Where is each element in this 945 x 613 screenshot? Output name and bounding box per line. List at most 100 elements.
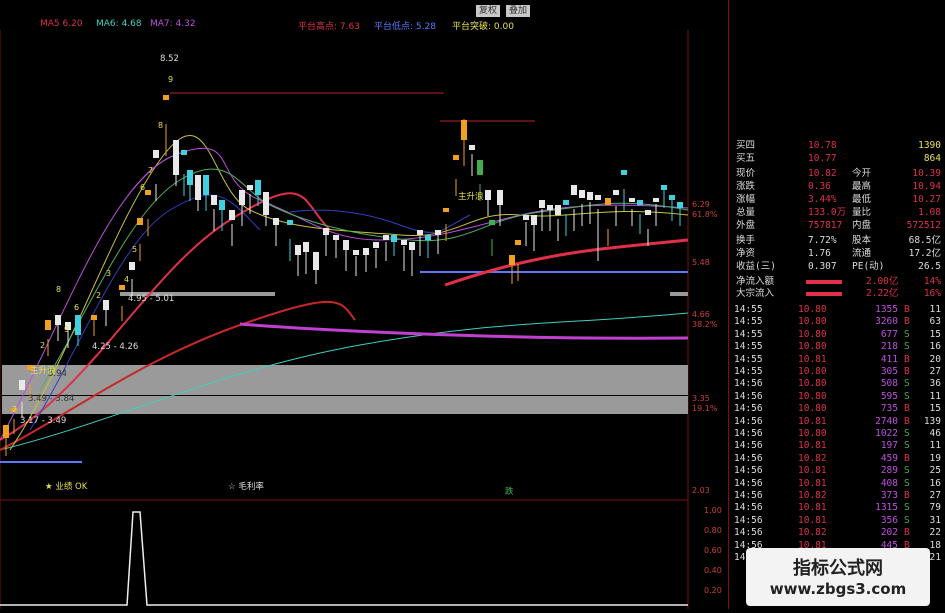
tick-side: B <box>904 316 910 328</box>
candle-body <box>547 205 553 210</box>
candle-body <box>239 190 245 205</box>
tick-side: B <box>904 490 910 501</box>
quote-value2: 1.08 <box>918 207 941 218</box>
tick-volume: 305 <box>880 366 898 377</box>
tick-side: S <box>904 477 910 489</box>
quote-key: 收益(三) <box>736 261 776 272</box>
candle-body <box>425 235 431 240</box>
tick-row: 14:56 10.80 1022 S 46 <box>728 428 943 440</box>
quote-key2: 量比 <box>852 207 872 218</box>
tick-row: 14:56 10.80 735 B 15 <box>728 403 943 415</box>
overlay-button[interactable]: 叠加 <box>506 5 530 17</box>
candle-body <box>645 210 651 215</box>
tick-price: 10.82 <box>798 527 827 539</box>
tick-side: B <box>904 366 910 377</box>
watermark-url: www.zbgs3.com <box>769 580 907 598</box>
count-label: 8 <box>56 285 61 294</box>
quote-value: 1.76 <box>808 248 831 259</box>
candle-body <box>255 180 261 195</box>
candle-body <box>629 198 635 202</box>
tick-count: 46 <box>929 428 941 439</box>
tick-count: 25 <box>929 465 941 477</box>
candle-body <box>443 208 449 212</box>
tick-side: S <box>904 378 910 390</box>
zone-label-4: 3.49 - 3.84 <box>28 394 75 404</box>
tick-row: 14:55 10.80 218 S 16 <box>728 341 943 353</box>
quote-row: 涨幅 3.44% 最低 10.27 <box>728 194 943 206</box>
candle-body <box>181 150 187 155</box>
tick-time: 14:55 <box>734 366 763 377</box>
quote-value: 10.77 <box>808 153 837 164</box>
candle-body <box>273 218 279 225</box>
tick-time: 14:56 <box>734 527 763 539</box>
tick-count: 22 <box>929 527 941 539</box>
tick-time: 14:56 <box>734 378 763 390</box>
tick-count: 11 <box>929 390 941 402</box>
ma-magenta <box>239 322 689 340</box>
candle-body <box>595 195 601 200</box>
quote-key: 买五 <box>736 153 756 164</box>
tick-row: 14:56 10.80 595 S 11 <box>728 391 943 403</box>
quote-key: 买四 <box>736 140 756 151</box>
candle-body <box>571 185 577 195</box>
tick-row: 14:56 10.80 508 S 36 <box>728 378 943 390</box>
count-label: 9 <box>64 325 69 334</box>
tick-row: 14:55 10.80 3260 B 63 <box>728 316 943 328</box>
label-gross-margin: ☆ 毛利率 <box>228 482 264 492</box>
tick-volume: 411 <box>880 353 898 365</box>
candle-body <box>409 242 415 250</box>
candle-body <box>485 190 491 200</box>
flow-bar <box>806 292 842 296</box>
candle-body <box>461 120 467 140</box>
quote-value2: 10.27 <box>912 194 941 205</box>
quote-value: 3.44% <box>808 194 837 205</box>
zone-label-2: 4.25 - 4.26 <box>92 342 139 352</box>
count-label: 2 <box>40 341 45 350</box>
tick-price: 10.81 <box>798 465 827 477</box>
kline-chart[interactable]: 9876543296822 8.52 4.95 - 5.01 4.25 - 4.… <box>0 30 722 609</box>
candle-body <box>523 215 529 220</box>
tick-price: 10.80 <box>798 328 827 340</box>
tick-time: 14:55 <box>734 316 763 328</box>
indicator-ma6: MA6: 4.68 <box>96 19 142 29</box>
candle-body <box>91 315 97 320</box>
candle-body <box>229 210 235 220</box>
osc-tick: 0.20 <box>704 586 722 595</box>
tick-price: 10.81 <box>798 477 827 489</box>
tag-main-rise-2: 主升浪 <box>458 192 484 202</box>
tick-volume: 677 <box>880 328 898 340</box>
tick-time: 14:56 <box>734 428 763 439</box>
candle-body <box>477 160 483 175</box>
candle-body <box>391 235 397 242</box>
quote-value: 133.0万 <box>808 207 847 218</box>
quote-value2: 10.39 <box>912 168 941 179</box>
candle-body <box>211 195 217 205</box>
tick-count: 19 <box>929 452 941 464</box>
tick-volume: 408 <box>880 477 898 489</box>
candle-body <box>55 315 61 325</box>
price-tick: 38.2% <box>692 320 718 329</box>
tick-price: 10.81 <box>798 440 827 452</box>
tick-volume: 1355 <box>875 304 898 315</box>
fq-button[interactable]: 复权 <box>476 5 500 17</box>
tick-price: 10.81 <box>798 514 827 526</box>
candle-body <box>163 95 169 100</box>
watermark-logo: 指标公式网 www.zbgs3.com <box>746 548 930 606</box>
tick-count: 20 <box>929 353 941 365</box>
quote-row: 收益(三) 0.307 PE(动) 26.5 <box>728 261 943 273</box>
osc-tick: 0.60 <box>704 546 722 555</box>
tick-count: 63 <box>929 316 941 328</box>
tick-time: 14:56 <box>734 390 763 402</box>
quote-value: 757817 <box>808 220 843 231</box>
tick-price: 10.82 <box>798 490 827 501</box>
tick-time: 14:56 <box>734 514 763 526</box>
tick-side: S <box>904 428 910 439</box>
quote-row: 总量 133.0万 量比 1.08 <box>728 207 943 219</box>
quote-key: 换手 <box>736 235 756 246</box>
candle-body <box>219 200 225 210</box>
candle-body <box>677 202 683 208</box>
candle-body <box>539 200 545 208</box>
count-label: 2 <box>12 405 17 414</box>
quote-key2: 流通 <box>852 248 872 259</box>
tick-row: 14:55 10.81 411 B 20 <box>728 354 943 366</box>
